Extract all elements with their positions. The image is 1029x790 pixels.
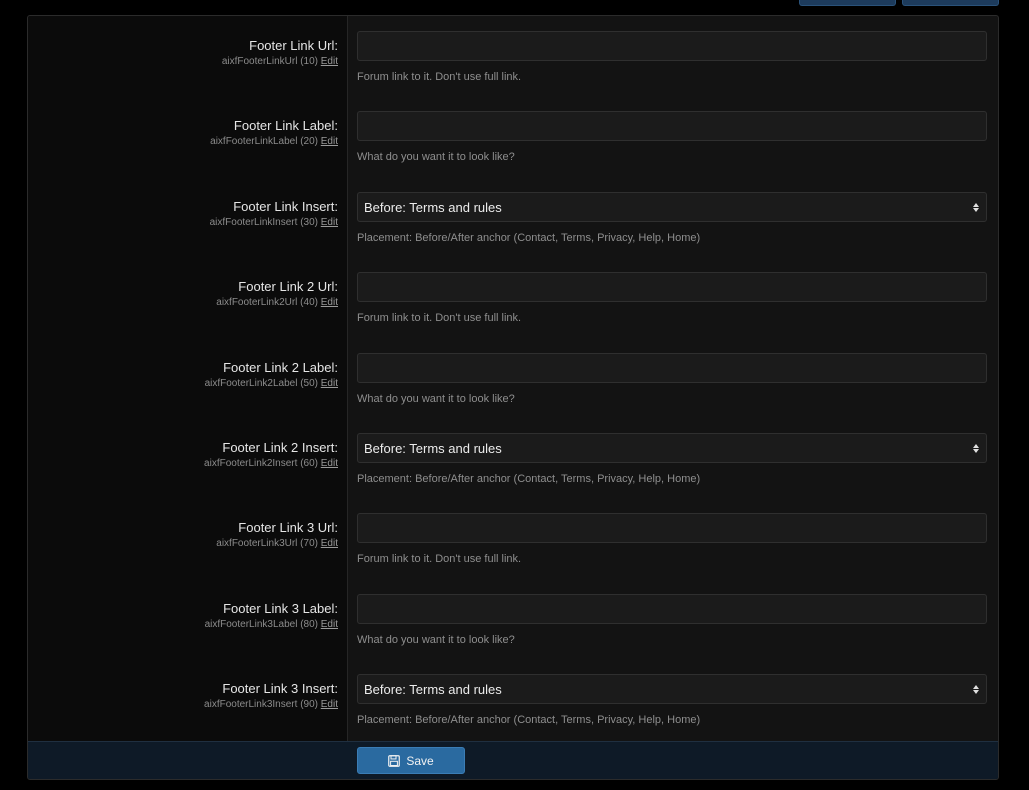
option-hint: Forum link to it. Don't use full link. (357, 553, 522, 565)
option-row-footer-link-3-label: Footer Link 3 Label: aixfFooterLink3Labe… (28, 579, 998, 659)
option-title: Footer Link Insert: (233, 199, 338, 214)
edit-option-link[interactable]: Edit (321, 297, 338, 308)
edit-option-link[interactable]: Edit (321, 699, 338, 710)
footer-link-3-label-input[interactable] (357, 594, 987, 624)
option-row-footer-link-url: Footer Link Url: aixfFooterLinkUrl (10) … (28, 16, 998, 96)
option-hint: Placement: Before/After anchor (Contact,… (357, 473, 701, 485)
option-hint: What do you want it to look like? (357, 634, 515, 646)
select-value: Before: Terms and rules (364, 199, 502, 215)
top-action-button-1[interactable] (799, 0, 896, 6)
option-variable-meta: aixfFooterLinkLabel (20) Edit (28, 135, 338, 148)
option-variable-meta: aixfFooterLink3Url (70) Edit (28, 537, 338, 550)
select-arrows-icon (972, 684, 980, 694)
select-value: Before: Terms and rules (364, 681, 502, 697)
option-variable-name: aixfFooterLinkInsert (30) (209, 217, 318, 228)
option-title: Footer Link Url: (249, 38, 338, 53)
option-row-footer-link-label: Footer Link Label: aixfFooterLinkLabel (… (28, 96, 998, 176)
footer-link-3-url-input[interactable] (357, 513, 987, 543)
option-title: Footer Link 2 Insert: (222, 440, 338, 455)
option-variable-name: aixfFooterLink2Label (50) (204, 378, 318, 389)
option-label: Footer Link 2 Insert: aixfFooterLink2Ins… (28, 440, 338, 470)
top-action-button-2[interactable] (902, 0, 999, 6)
edit-option-link[interactable]: Edit (321, 56, 338, 67)
option-variable-name: aixfFooterLinkUrl (10) (221, 56, 318, 67)
footer-link-2-label-input[interactable] (357, 353, 987, 383)
option-variable-meta: aixfFooterLinkInsert (30) Edit (28, 216, 338, 229)
floppy-disk-icon (388, 754, 401, 767)
option-row-footer-link-insert: Footer Link Insert: aixfFooterLinkInsert… (28, 177, 998, 257)
option-variable-meta: aixfFooterLink2Insert (60) Edit (28, 457, 338, 470)
edit-option-link[interactable]: Edit (321, 458, 338, 469)
option-variable-meta: aixfFooterLink3Label (80) Edit (28, 618, 338, 631)
form-submit-bar: Save (28, 741, 998, 779)
option-variable-name: aixfFooterLink3Insert (90) (204, 699, 318, 710)
option-row-footer-link-3-url: Footer Link 3 Url: aixfFooterLink3Url (7… (28, 498, 998, 578)
option-label: Footer Link 2 Url: aixfFooterLink2Url (4… (28, 279, 338, 309)
option-title: Footer Link 3 Insert: (222, 681, 338, 696)
edit-option-link[interactable]: Edit (321, 378, 338, 389)
option-label: Footer Link 2 Label: aixfFooterLink2Labe… (28, 360, 338, 390)
select-arrows-icon (972, 443, 980, 453)
top-action-buttons (799, 0, 999, 6)
option-row-footer-link-2-insert: Footer Link 2 Insert: aixfFooterLink2Ins… (28, 418, 998, 498)
select-arrows-icon (972, 202, 980, 212)
footer-link-3-insert-select[interactable]: Before: Terms and rules (357, 674, 987, 704)
option-variable-meta: aixfFooterLink2Label (50) Edit (28, 377, 338, 390)
footer-link-label-input[interactable] (357, 111, 987, 141)
option-variable-meta: aixfFooterLinkUrl (10) Edit (28, 55, 338, 68)
option-row-footer-link-3-insert: Footer Link 3 Insert: aixfFooterLink3Ins… (28, 659, 998, 739)
option-label: Footer Link 3 Label: aixfFooterLink3Labe… (28, 601, 338, 631)
option-hint: Forum link to it. Don't use full link. (357, 312, 522, 324)
option-hint: What do you want it to look like? (357, 393, 515, 405)
option-hint: Forum link to it. Don't use full link. (357, 71, 522, 83)
option-variable-name: aixfFooterLinkLabel (20) (210, 136, 318, 147)
option-variable-name: aixfFooterLink3Label (80) (204, 619, 318, 630)
save-button[interactable]: Save (357, 747, 465, 774)
save-button-label: Save (406, 753, 434, 768)
option-label: Footer Link Label: aixfFooterLinkLabel (… (28, 118, 338, 148)
footer-link-insert-select[interactable]: Before: Terms and rules (357, 192, 987, 222)
option-hint: Placement: Before/After anchor (Contact,… (357, 714, 701, 726)
option-row-footer-link-2-url: Footer Link 2 Url: aixfFooterLink2Url (4… (28, 257, 998, 337)
option-label: Footer Link 3 Insert: aixfFooterLink3Ins… (28, 681, 338, 711)
option-variable-name: aixfFooterLink2Insert (60) (204, 458, 318, 469)
option-title: Footer Link 3 Url: (238, 520, 338, 535)
option-label: Footer Link 3 Url: aixfFooterLink3Url (7… (28, 520, 338, 550)
edit-option-link[interactable]: Edit (321, 217, 338, 228)
option-hint: What do you want it to look like? (357, 151, 515, 163)
option-label: Footer Link Url: aixfFooterLinkUrl (10) … (28, 38, 338, 68)
edit-option-link[interactable]: Edit (321, 538, 338, 549)
option-title: Footer Link Label: (233, 118, 338, 133)
options-form-panel: Footer Link Url: aixfFooterLinkUrl (10) … (27, 15, 999, 780)
option-title: Footer Link 3 Label: (223, 601, 338, 616)
option-hint: Placement: Before/After anchor (Contact,… (357, 232, 701, 244)
option-variable-name: aixfFooterLink3Url (70) (216, 538, 318, 549)
option-title: Footer Link 2 Label: (223, 360, 338, 375)
select-value: Before: Terms and rules (364, 440, 502, 456)
option-title: Footer Link 2 Url: (238, 279, 338, 294)
footer-link-2-insert-select[interactable]: Before: Terms and rules (357, 433, 987, 463)
option-variable-meta: aixfFooterLink2Url (40) Edit (28, 296, 338, 309)
footer-link-2-url-input[interactable] (357, 272, 987, 302)
option-row-footer-link-2-label: Footer Link 2 Label: aixfFooterLink2Labe… (28, 338, 998, 418)
edit-option-link[interactable]: Edit (321, 136, 338, 147)
footer-link-url-input[interactable] (357, 31, 987, 61)
option-variable-name: aixfFooterLink2Url (40) (216, 297, 318, 308)
option-label: Footer Link Insert: aixfFooterLinkInsert… (28, 199, 338, 229)
edit-option-link[interactable]: Edit (321, 619, 338, 630)
option-variable-meta: aixfFooterLink3Insert (90) Edit (28, 698, 338, 711)
